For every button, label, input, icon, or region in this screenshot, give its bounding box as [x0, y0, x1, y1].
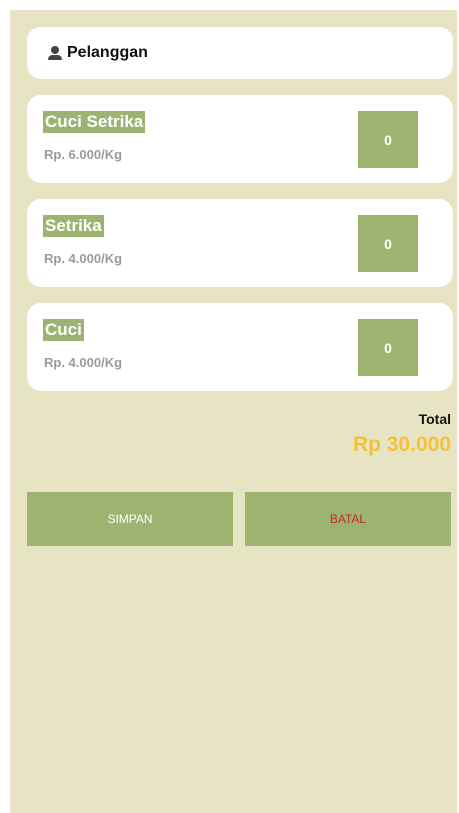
save-button[interactable]: SIMPAN	[27, 492, 233, 546]
service-card-cuci-setrika: Cuci Setrika Rp. 6.000/Kg 0	[27, 95, 453, 183]
quantity-input[interactable]: 0	[358, 319, 418, 376]
service-price: Rp. 4.000/Kg	[44, 355, 123, 370]
app-screen: Pelanggan Cuci Setrika Rp. 6.000/Kg 0 Se…	[10, 10, 457, 813]
service-name: Cuci	[43, 319, 84, 341]
service-name: Cuci Setrika	[43, 111, 146, 133]
service-card-setrika: Setrika Rp. 4.000/Kg 0	[27, 199, 453, 287]
total-label: Total	[418, 411, 451, 427]
customer-label: Pelanggan	[67, 44, 148, 61]
quantity-input[interactable]: 0	[358, 111, 418, 168]
customer-field[interactable]: Pelanggan	[27, 27, 453, 79]
service-name: Setrika	[43, 215, 104, 237]
quantity-input[interactable]: 0	[358, 215, 418, 272]
cancel-button[interactable]: BATAL	[245, 492, 451, 546]
person-icon	[47, 45, 63, 61]
service-price: Rp. 6.000/Kg	[44, 147, 123, 162]
total-value: Rp 30.000	[352, 433, 451, 456]
service-card-cuci: Cuci Rp. 4.000/Kg 0	[27, 303, 453, 391]
service-price: Rp. 4.000/Kg	[44, 251, 123, 266]
